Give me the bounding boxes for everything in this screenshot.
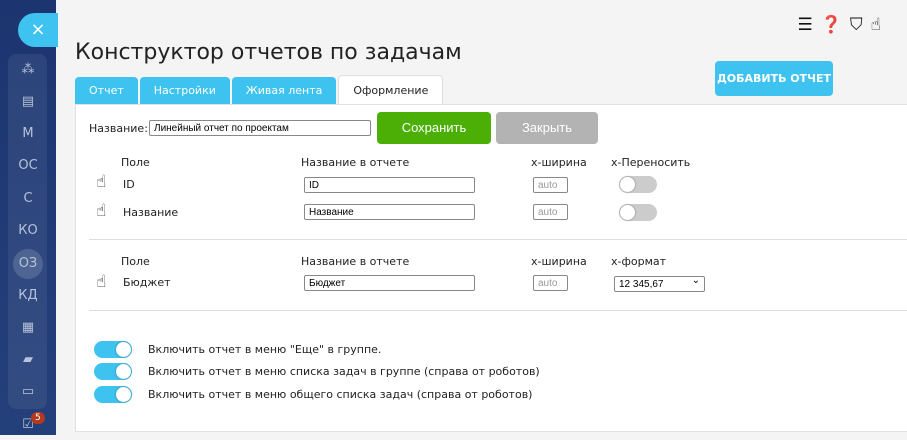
field-name: Бюджет — [123, 276, 171, 289]
drag-handle-icon[interactable]: ☝ — [96, 272, 106, 292]
design-panel: Название: Линейный отчет по проектам Сох… — [75, 104, 907, 432]
help-icon[interactable]: ❓ — [821, 15, 842, 35]
report-name-input[interactable]: Бюджет — [304, 275, 475, 291]
drag-handle-icon[interactable]: ☝ — [96, 172, 106, 192]
option-toggle-more-menu[interactable] — [94, 341, 132, 358]
sidebar-item-label: ОЗ — [13, 249, 43, 279]
sidebar-item-kd[interactable]: КД — [0, 281, 56, 311]
report-name-input[interactable]: Название — [304, 204, 475, 220]
sidebar-item-ko[interactable]: КО — [0, 216, 56, 246]
option-label: Включить отчет в меню общего списка зада… — [148, 388, 533, 401]
col-width: x-ширина — [531, 255, 587, 268]
col-report-name: Название в отчете — [301, 255, 410, 268]
col-report-name: Название в отчете — [301, 156, 410, 169]
calendar-icon[interactable]: ▦ — [0, 313, 56, 343]
tasks-badge: 5 — [31, 412, 45, 424]
col-format: x-формат — [611, 255, 667, 268]
tabs: Отчет Настройки Живая лента Оформление — [75, 75, 444, 106]
tab-report[interactable]: Отчет — [75, 77, 138, 105]
option-label: Включить отчет в меню "Еще" в группе. — [148, 343, 382, 356]
report-name-input[interactable]: Линейный отчет по проектам — [149, 120, 371, 136]
close-sidebar-button[interactable]: × — [18, 13, 58, 47]
sidebar-item-oz[interactable]: ОЗ — [0, 249, 56, 279]
tasks-icon[interactable]: ☑ — [0, 410, 56, 440]
col-wrap: x-Переносить — [611, 156, 691, 169]
option-toggle-group-task-list[interactable] — [94, 363, 132, 380]
sidebar-item-os[interactable]: ОС — [0, 151, 56, 181]
drag-handle-icon[interactable]: ☝ — [96, 201, 106, 221]
tab-live-feed[interactable]: Живая лента — [231, 77, 337, 105]
wrap-toggle[interactable] — [619, 204, 657, 221]
name-label: Название: — [89, 122, 148, 135]
sidebar: × ⁂ ▤ M ОС С КО ОЗ КД ▦ ▰ ▭ ☑ 5 — [0, 0, 58, 435]
close-button[interactable]: Закрыть — [496, 112, 598, 144]
field-name: Название — [123, 206, 179, 219]
network-icon[interactable]: ⁂ — [0, 55, 56, 85]
field-name: ID — [123, 178, 135, 191]
top-icons: ☰ ❓ ⛉ ☝ — [797, 15, 881, 35]
col-field: Поле — [121, 255, 150, 268]
shield-check-icon[interactable]: ⛉ — [850, 15, 863, 35]
add-report-button[interactable]: ДОБАВИТЬ ОТЧЕТ — [715, 61, 833, 96]
format-select[interactable]: 12 345,67 — [614, 274, 705, 292]
option-label: Включить отчет в меню списка задач в гру… — [148, 365, 540, 378]
option-toggle-general-task-list[interactable] — [94, 386, 132, 403]
width-input[interactable]: auto — [533, 177, 568, 193]
width-input[interactable]: auto — [533, 275, 568, 291]
tab-design[interactable]: Оформление — [338, 75, 444, 106]
sidebar-item-m[interactable]: M — [0, 119, 56, 149]
width-input[interactable]: auto — [533, 204, 568, 220]
tab-settings[interactable]: Настройки — [139, 77, 230, 105]
pointer-hand-icon[interactable]: ☝ — [871, 15, 881, 35]
col-field: Поле — [121, 156, 150, 169]
col-width: x-ширина — [531, 156, 587, 169]
save-button[interactable]: Сохранить — [377, 112, 491, 144]
divider — [89, 239, 907, 240]
report-name-input[interactable]: ID — [304, 177, 475, 193]
window-icon[interactable]: ▤ — [0, 87, 56, 117]
wrap-toggle[interactable] — [619, 176, 657, 193]
archive-icon[interactable]: ▭ — [0, 377, 56, 407]
page-title: Конструктор отчетов по задачам — [75, 40, 462, 65]
chat-icon[interactable]: ▰ — [0, 345, 56, 375]
list-icon[interactable]: ☰ — [797, 15, 812, 35]
divider — [89, 310, 907, 311]
sidebar-item-s[interactable]: С — [0, 184, 56, 214]
